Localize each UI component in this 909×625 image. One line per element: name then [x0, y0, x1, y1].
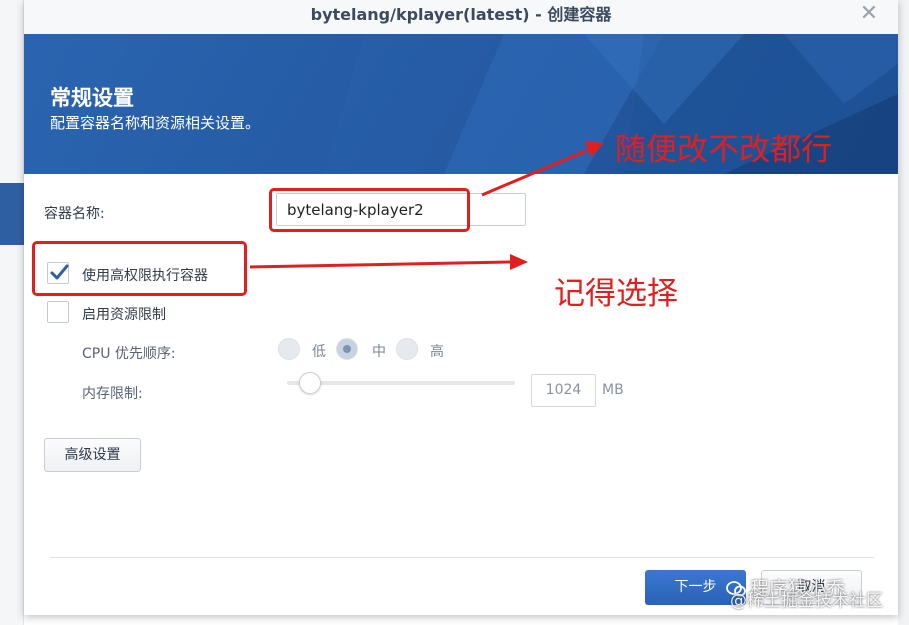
- annotation-privilege-note: 记得选择: [554, 276, 678, 312]
- annotation-arrows: [249, 141, 604, 270]
- watermark-community: @稀土掘金技术社区: [730, 591, 883, 611]
- annotation-name-note: 随便改不改都行: [615, 132, 832, 168]
